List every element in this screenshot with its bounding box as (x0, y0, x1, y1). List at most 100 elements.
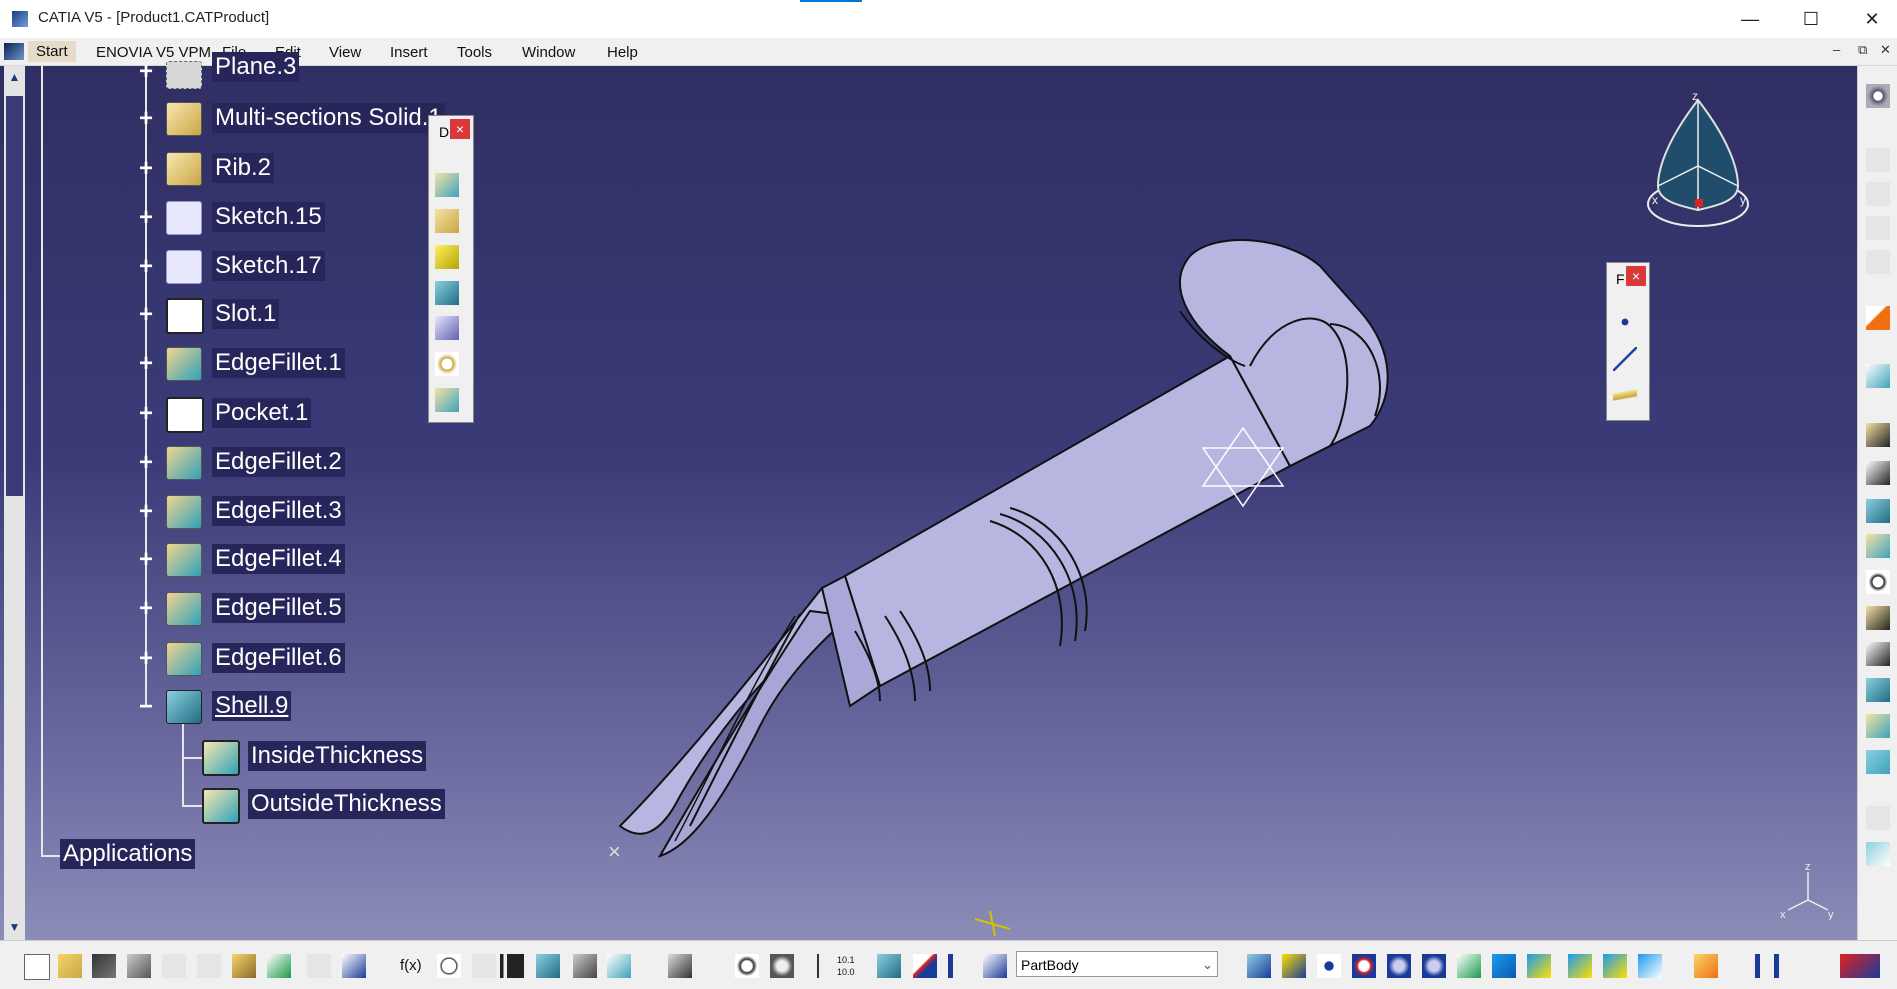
groove-icon[interactable] (1866, 534, 1890, 558)
catia-logo-icon[interactable] (4, 43, 24, 60)
whats-this-icon[interactable] (342, 954, 366, 978)
remove-face-tool-icon[interactable] (435, 388, 459, 412)
zoom-in-icon[interactable] (1387, 954, 1411, 978)
save-icon[interactable] (92, 954, 116, 978)
draft-tool-icon[interactable] (435, 245, 459, 269)
select-arrow-icon[interactable] (1866, 306, 1890, 330)
tree-label[interactable]: Sketch.15 (212, 202, 325, 232)
expand-toggle[interactable]: + (136, 597, 156, 621)
expand-toggle[interactable]: + (136, 500, 156, 524)
tree-label[interactable]: Plane.3 (212, 52, 300, 82)
zoom-out-icon[interactable] (1422, 954, 1446, 978)
print-icon[interactable] (127, 954, 151, 978)
catia-app-icon[interactable] (12, 11, 28, 27)
tree-label[interactable]: EdgeFillet.6 (212, 643, 345, 673)
menu-enovia[interactable]: ENOVIA V5 VPM (96, 44, 211, 61)
tree-label[interactable]: Slot.1 (212, 299, 280, 329)
mdi-close-button[interactable]: ✕ (1880, 42, 1891, 58)
reference-elements-floating-toolbar[interactable]: F × (1606, 262, 1650, 421)
scroll-thumb[interactable] (6, 96, 23, 496)
expand-toggle[interactable]: + (136, 60, 156, 84)
hand-icon[interactable] (770, 954, 794, 978)
expand-toggle[interactable]: + (136, 647, 156, 671)
tree-label[interactable]: OutsideThickness (248, 789, 445, 819)
customize-toolbar-icon[interactable] (1755, 954, 1779, 978)
swap-visible-space-icon[interactable] (1638, 954, 1662, 978)
floating-toolbar-close-button[interactable]: × (1626, 266, 1646, 286)
maximize-button[interactable]: ☐ (1788, 4, 1834, 34)
shell-tool-icon[interactable] (435, 281, 459, 305)
scroll-up-arrow-icon[interactable]: ▲ (7, 70, 22, 85)
slot-tool-icon[interactable] (1866, 642, 1890, 666)
line-tool-icon[interactable] (1613, 347, 1637, 371)
expand-toggle[interactable]: + (136, 157, 156, 181)
normal-view-icon[interactable] (1457, 954, 1481, 978)
update-icon[interactable] (735, 954, 759, 978)
expand-toggle[interactable]: + (136, 402, 156, 426)
pad-icon[interactable] (1866, 423, 1890, 447)
removed-multi-sections-icon[interactable] (1866, 750, 1890, 774)
menu-insert[interactable]: Insert (390, 44, 428, 61)
pocket-tool-icon[interactable] (1866, 461, 1890, 485)
sketch-icon[interactable] (1866, 364, 1890, 388)
scale-readout[interactable]: 10.1 10.0 (837, 954, 867, 978)
tree-label[interactable]: EdgeFillet.3 (212, 496, 345, 526)
menu-help[interactable]: Help (607, 44, 638, 61)
dress-up-floating-toolbar[interactable]: D × (428, 115, 474, 423)
design-table-icon[interactable] (536, 954, 560, 978)
table-icon[interactable] (500, 954, 524, 978)
tree-label[interactable]: Sketch.17 (212, 251, 325, 281)
instantiate-icon[interactable] (877, 954, 901, 978)
thread-tool-icon[interactable] (435, 352, 459, 376)
navigation-compass[interactable]: z x y (1640, 86, 1750, 246)
collapse-toggle[interactable]: − (136, 695, 156, 719)
tree-label[interactable]: EdgeFillet.1 (212, 348, 345, 378)
rib-tool-icon[interactable] (1866, 606, 1890, 630)
iso-view-icon[interactable] (1527, 954, 1551, 978)
chamfer-tool-icon[interactable] (435, 209, 459, 233)
open-folder-icon[interactable] (58, 954, 82, 978)
catalog-icon[interactable] (573, 954, 597, 978)
tree-label[interactable]: EdgeFillet.4 (212, 544, 345, 574)
hole-icon[interactable] (1866, 570, 1890, 594)
expand-toggle[interactable]: + (136, 206, 156, 230)
hide-show-icon[interactable] (1603, 954, 1627, 978)
close-button[interactable]: ✕ (1849, 4, 1895, 34)
list-icon[interactable] (948, 954, 972, 978)
fly-mode-icon[interactable] (1247, 954, 1271, 978)
minimize-button[interactable]: — (1727, 4, 1773, 34)
expand-toggle[interactable]: + (136, 352, 156, 376)
formula-icon[interactable]: f(x) (400, 954, 424, 978)
apply-material-icon[interactable] (1694, 954, 1718, 978)
tree-label[interactable]: Multi-sections Solid.1 (212, 103, 445, 133)
fit-all-icon[interactable] (1282, 954, 1306, 978)
tree-label[interactable]: Pocket.1 (212, 398, 312, 428)
undo-icon[interactable] (267, 954, 291, 978)
expand-toggle[interactable]: + (136, 107, 156, 131)
tree-label[interactable]: EdgeFillet.2 (212, 447, 345, 477)
analysis-icon[interactable] (668, 954, 692, 978)
paste-icon[interactable] (232, 954, 256, 978)
tree-label[interactable]: Rib.2 (212, 153, 275, 183)
plane-tool-icon[interactable] (1613, 383, 1637, 407)
scroll-down-arrow-icon[interactable]: ▼ (7, 920, 22, 935)
tree-label[interactable]: Shell.9 (212, 691, 292, 721)
menu-window[interactable]: Window (522, 44, 575, 61)
rotate-icon[interactable] (1352, 954, 1376, 978)
multi-view-icon[interactable] (1492, 954, 1516, 978)
axis-system-icon[interactable] (806, 954, 830, 978)
shaft-icon[interactable] (1866, 499, 1890, 523)
expand-toggle[interactable]: + (136, 548, 156, 572)
menu-tools[interactable]: Tools (457, 44, 492, 61)
mdi-restore-button[interactable]: ⧉ (1858, 42, 1867, 58)
shading-icon[interactable] (1568, 954, 1592, 978)
define-in-work-object-icon[interactable] (983, 954, 1007, 978)
boolean-icon[interactable] (1866, 842, 1890, 866)
multi-sections-solid-tool-icon[interactable] (1866, 714, 1890, 738)
measure-icon[interactable] (607, 954, 631, 978)
tree-label[interactable]: Applications (60, 839, 196, 869)
mdi-minimize-button[interactable]: – (1833, 42, 1840, 57)
expand-toggle[interactable]: + (136, 303, 156, 327)
constraint-icon[interactable] (913, 954, 937, 978)
expand-toggle[interactable]: + (136, 451, 156, 475)
